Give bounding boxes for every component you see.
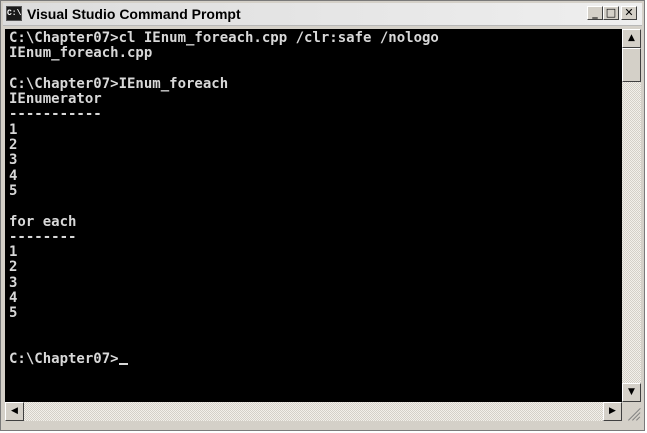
resize-grip-icon[interactable] xyxy=(622,402,641,421)
scroll-right-button[interactable]: ▶ xyxy=(603,402,622,421)
minimize-button[interactable]: _ xyxy=(587,6,603,20)
scroll-down-button[interactable]: ▼ xyxy=(622,383,641,402)
left-arrow-icon: ◀ xyxy=(11,406,18,416)
console-output-area[interactable]: C:\Chapter07>cl IEnum_foreach.cpp /clr:s… xyxy=(5,29,622,402)
scroll-left-button[interactable]: ◀ xyxy=(5,402,24,421)
console-output: C:\Chapter07>cl IEnum_foreach.cpp /clr:s… xyxy=(9,30,439,368)
close-icon: ✕ xyxy=(624,6,634,19)
down-arrow-icon: ▼ xyxy=(628,387,635,397)
console-window: C:\ Visual Studio Command Prompt _ □ ✕ C… xyxy=(0,0,645,431)
minimize-icon: _ xyxy=(592,6,598,19)
window-title: Visual Studio Command Prompt xyxy=(27,6,241,22)
console-app-icon[interactable]: C:\ xyxy=(6,6,22,21)
maximize-icon: □ xyxy=(605,6,617,19)
title-bar[interactable]: C:\ Visual Studio Command Prompt _ □ ✕ xyxy=(3,3,642,26)
horizontal-scrollbar[interactable]: ◀ ▶ xyxy=(5,402,622,421)
maximize-button[interactable]: □ xyxy=(603,6,619,20)
console-text: C:\Chapter07>cl IEnum_foreach.cpp /clr:s… xyxy=(5,29,622,368)
scroll-up-button[interactable]: ▲ xyxy=(622,29,641,48)
up-arrow-icon: ▲ xyxy=(628,33,635,43)
text-cursor xyxy=(118,363,128,366)
vertical-scroll-thumb[interactable] xyxy=(622,48,641,82)
right-arrow-icon: ▶ xyxy=(609,406,616,416)
close-button[interactable]: ✕ xyxy=(621,6,637,20)
vertical-scrollbar[interactable]: ▲ ▼ xyxy=(622,29,641,402)
